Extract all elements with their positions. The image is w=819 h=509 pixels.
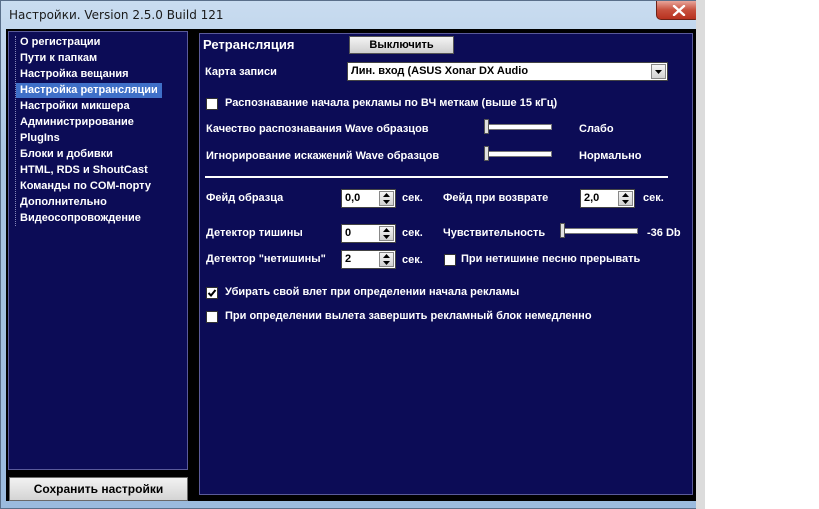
sec-unit: сек. [402,227,423,239]
slider-track [484,151,552,157]
fade-return-spinner[interactable]: 2,0 [580,189,635,208]
non-silence-detector-value: 2 [345,253,352,265]
ad-detect-checkbox[interactable] [206,98,218,110]
wave-ignore-value: Нормально [579,150,642,162]
fade-sample-value: 0,0 [345,192,361,204]
sidebar-item-html-rds[interactable]: HTML, RDS и ShoutCast [18,163,150,178]
silence-detector-spinner[interactable]: 0 [341,224,396,243]
sidebar-item-administration[interactable]: Администрирование [18,115,136,130]
silence-detector-value: 0 [345,227,352,239]
close-icon [672,5,686,16]
chevron-down-icon [655,70,662,74]
spin-buttons[interactable] [379,191,394,206]
sidebar-item-video[interactable]: Видеосопровождение [18,211,143,226]
fade-return-label: Фейд при возврате [443,192,549,204]
sidebar-item-additional[interactable]: Дополнительно [18,195,109,210]
remove-jingle-label: Убирать свой влет при определении начала… [225,286,520,298]
spin-arrows-icon [622,193,629,204]
sensitivity-label: Чувствительность [443,227,546,239]
fade-return-value: 2,0 [584,192,600,204]
spin-arrows-icon [383,254,390,265]
window-edge [696,0,705,509]
sensitivity-value: -36 Db [647,227,681,239]
sidebar-item-relay-settings[interactable]: Настройка ретрансляции [16,83,162,98]
capture-card-value: Лин. вход (ASUS Xonar DX Audio [351,65,529,77]
ad-detect-label: Распознавание начала рекламы по ВЧ метка… [225,97,558,109]
spin-buttons[interactable] [379,252,394,267]
spin-arrows-icon [383,228,390,239]
sidebar-item-com-port[interactable]: Команды по COM-порту [18,179,153,194]
fade-sample-label: Фейд образца [206,192,284,204]
interrupt-song-label: При нетишине песню прерывать [461,253,641,265]
wave-ignore-label: Игнорирование искажений Wave образцов [206,150,440,162]
spin-arrows-icon [383,193,390,204]
window-title: Настройки. Version 2.5.0 Build 121 [9,8,224,22]
divider [205,176,668,178]
wave-quality-slider[interactable] [484,118,552,138]
off-button[interactable]: Выключить [349,36,454,54]
sidebar-item-broadcast-settings[interactable]: Настройка вещания [18,67,131,82]
end-block-label: При определении вылета завершить рекламн… [225,310,592,322]
fade-sample-spinner[interactable]: 0,0 [341,189,396,208]
panel-title: Ретрансляция [203,37,295,52]
save-settings-button[interactable]: Сохранить настройки [9,477,188,501]
capture-card-label: Карта записи [205,66,277,78]
sidebar-item-blocks[interactable]: Блоки и добивки [18,147,115,162]
spin-buttons[interactable] [379,226,394,241]
non-silence-detector-spinner[interactable]: 2 [341,250,396,269]
slider-thumb[interactable] [484,146,489,161]
dropdown-button[interactable] [651,64,666,79]
sec-unit: сек. [643,192,664,204]
sec-unit: сек. [402,254,423,266]
close-button[interactable] [656,1,700,20]
slider-thumb[interactable] [484,119,489,134]
end-block-checkbox[interactable] [206,311,218,323]
silence-detector-label: Детектор тишины [206,227,303,239]
sidebar-item-registration[interactable]: О регистрации [18,35,102,50]
sidebar-item-folder-paths[interactable]: Пути к папкам [18,51,99,66]
title-bar[interactable]: Настройки. Version 2.5.0 Build 121 [1,1,704,29]
slider-thumb[interactable] [560,223,565,238]
slider-track [560,228,638,234]
sensitivity-slider[interactable] [560,222,638,242]
slider-track [484,124,552,130]
sidebar-item-plugins[interactable]: PlugIns [18,131,62,146]
remove-jingle-checkbox[interactable] [206,287,218,299]
sidebar-item-mixer-settings[interactable]: Настройки микшера [18,99,132,114]
spin-buttons[interactable] [618,191,633,206]
wave-ignore-slider[interactable] [484,145,552,165]
sec-unit: сек. [402,192,423,204]
non-silence-detector-label: Детектор "нетишины" [206,253,326,265]
interrupt-song-checkbox[interactable] [444,254,456,266]
check-icon [207,289,217,297]
wave-quality-value: Слабо [579,123,614,135]
capture-card-select[interactable]: Лин. вход (ASUS Xonar DX Audio [347,62,668,81]
wave-quality-label: Качество распознавания Wave образцов [206,123,429,135]
